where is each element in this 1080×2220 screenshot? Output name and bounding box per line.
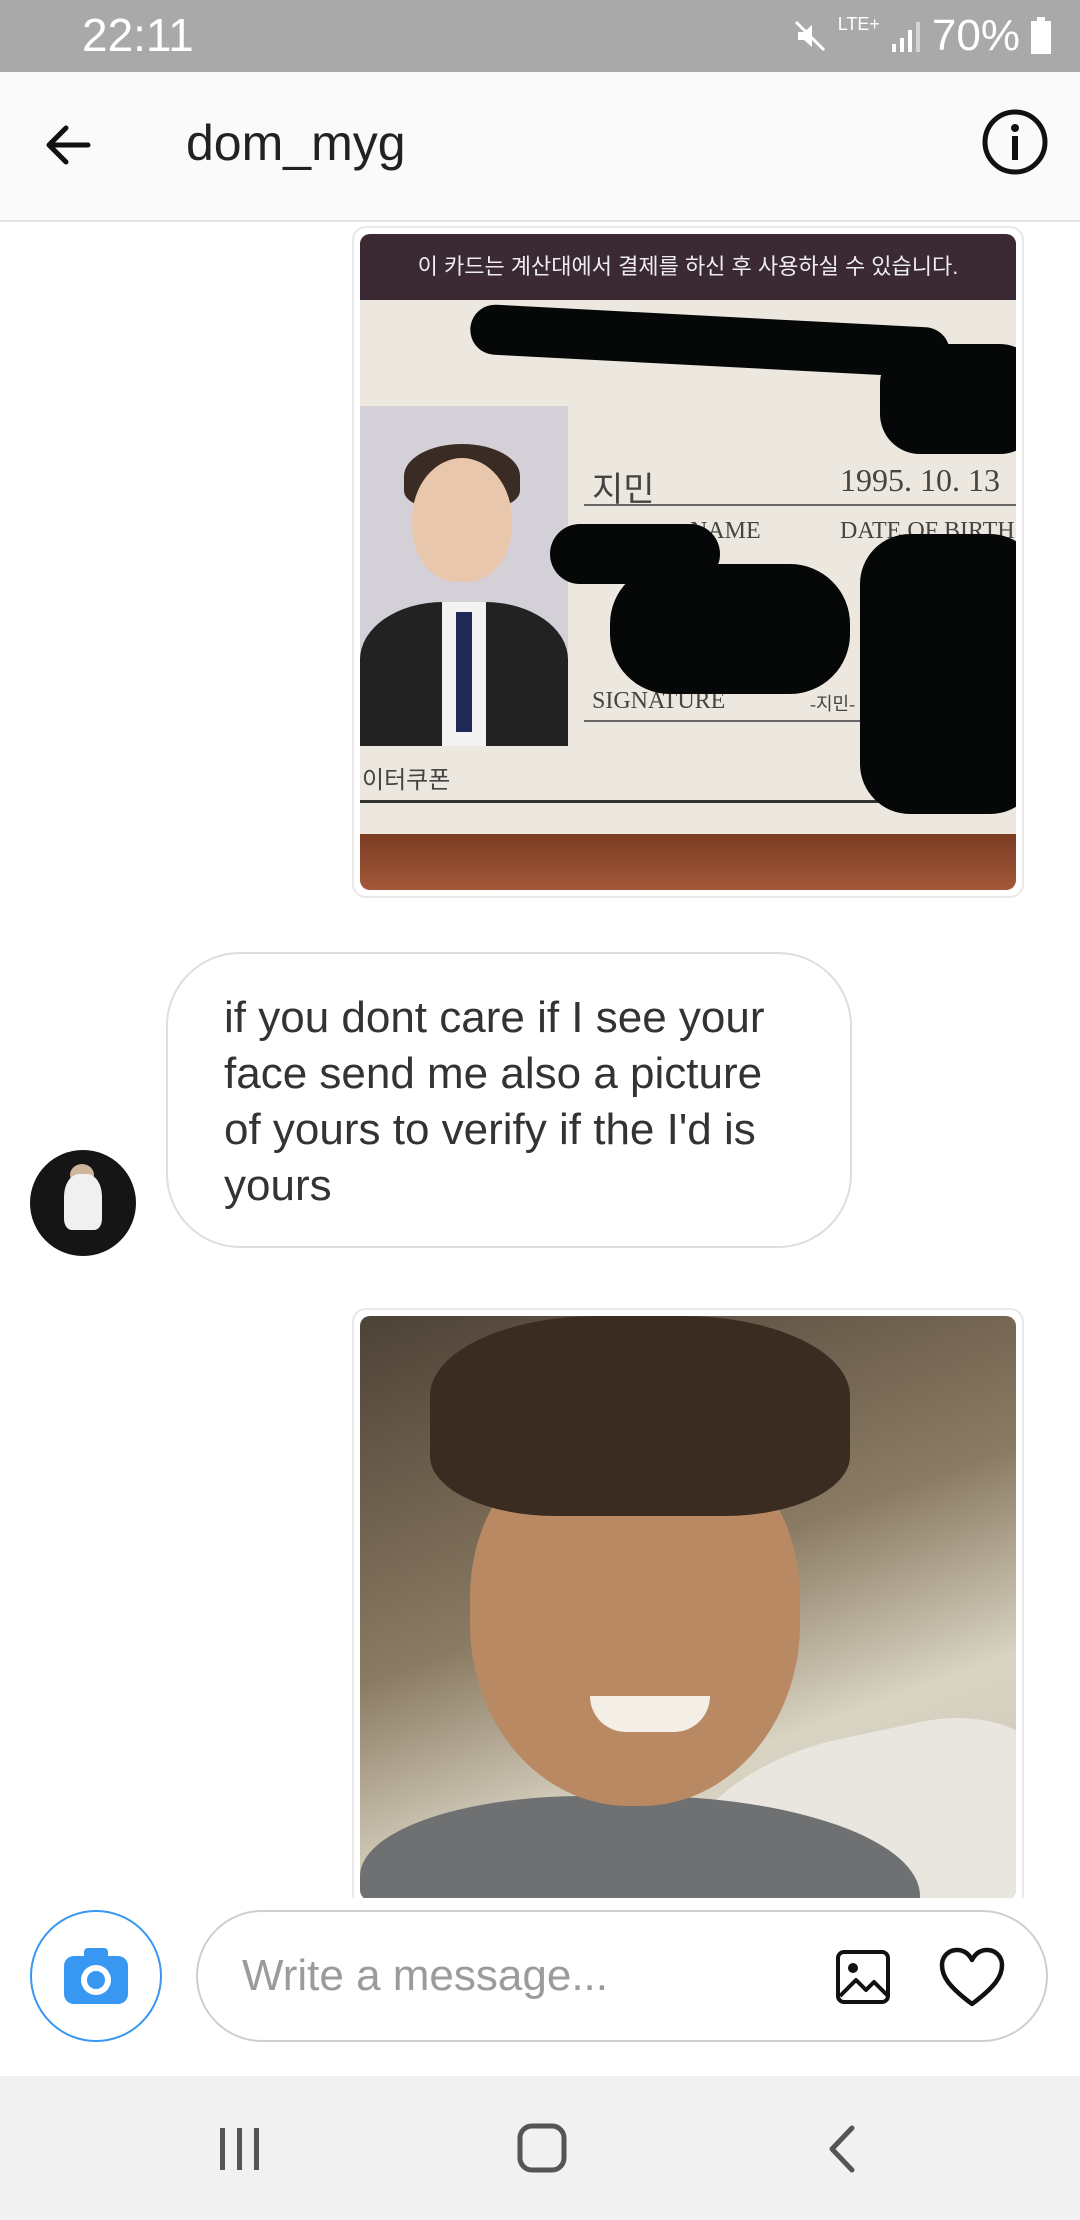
signal-icon	[890, 18, 922, 54]
status-bar: 22:11 LTE+ 70%	[0, 0, 1080, 72]
network-label: LTE+	[837, 14, 880, 34]
id-card-photo	[360, 406, 568, 746]
camera-button[interactable]	[30, 1910, 162, 2042]
home-icon[interactable]	[516, 2122, 568, 2174]
id-card-birthdate: 1995. 10. 13	[840, 462, 1000, 498]
info-icon[interactable]	[980, 107, 1050, 177]
nav-back-icon[interactable]	[822, 2122, 862, 2176]
message-input-container	[196, 1910, 1048, 2042]
status-time: 22:11	[82, 9, 194, 61]
sent-image-selfie[interactable]	[352, 1308, 1024, 1898]
system-navigation-bar	[0, 2076, 1080, 2220]
heart-icon[interactable]	[938, 1946, 1006, 2010]
chat-header: dom_myg	[0, 72, 1080, 222]
id-card-table-edge	[360, 834, 1016, 890]
selfie-image	[360, 1316, 1016, 1898]
id-card-header-text: 이 카드는 계산대에서 결제를 하신 후 사용하실 수 있습니다.	[360, 234, 1016, 300]
battery-icon	[1030, 17, 1052, 55]
id-card-issuer: 이터쿠폰	[362, 766, 451, 794]
mute-icon	[792, 18, 828, 54]
battery-percent: 70%	[931, 11, 1020, 60]
gallery-icon[interactable]	[834, 1948, 892, 2006]
status-indicators: LTE+ 70%	[792, 8, 1052, 64]
sent-image-id-card[interactable]: 이 카드는 계산대에서 결제를 하신 후 사용하실 수 있습니다. 지민 199…	[352, 226, 1024, 898]
conversation-title[interactable]: dom_myg	[186, 114, 406, 172]
sender-avatar[interactable]	[30, 1150, 136, 1256]
recent-apps-icon[interactable]	[214, 2124, 266, 2174]
message-composer	[0, 1898, 1080, 2076]
id-card-image: 이 카드는 계산대에서 결제를 하신 후 사용하실 수 있습니다. 지민 199…	[360, 234, 1016, 890]
received-message-bubble[interactable]: if you dont care if I see your face send…	[166, 952, 852, 1248]
id-card-signature-value: -지민-	[810, 694, 856, 714]
message-input[interactable]	[240, 1950, 804, 2002]
back-arrow-icon[interactable]	[36, 112, 102, 178]
camera-icon	[48, 1928, 144, 2024]
message-thread[interactable]: 이 카드는 계산대에서 결제를 하신 후 사용하실 수 있습니다. 지민 199…	[0, 222, 1080, 1898]
